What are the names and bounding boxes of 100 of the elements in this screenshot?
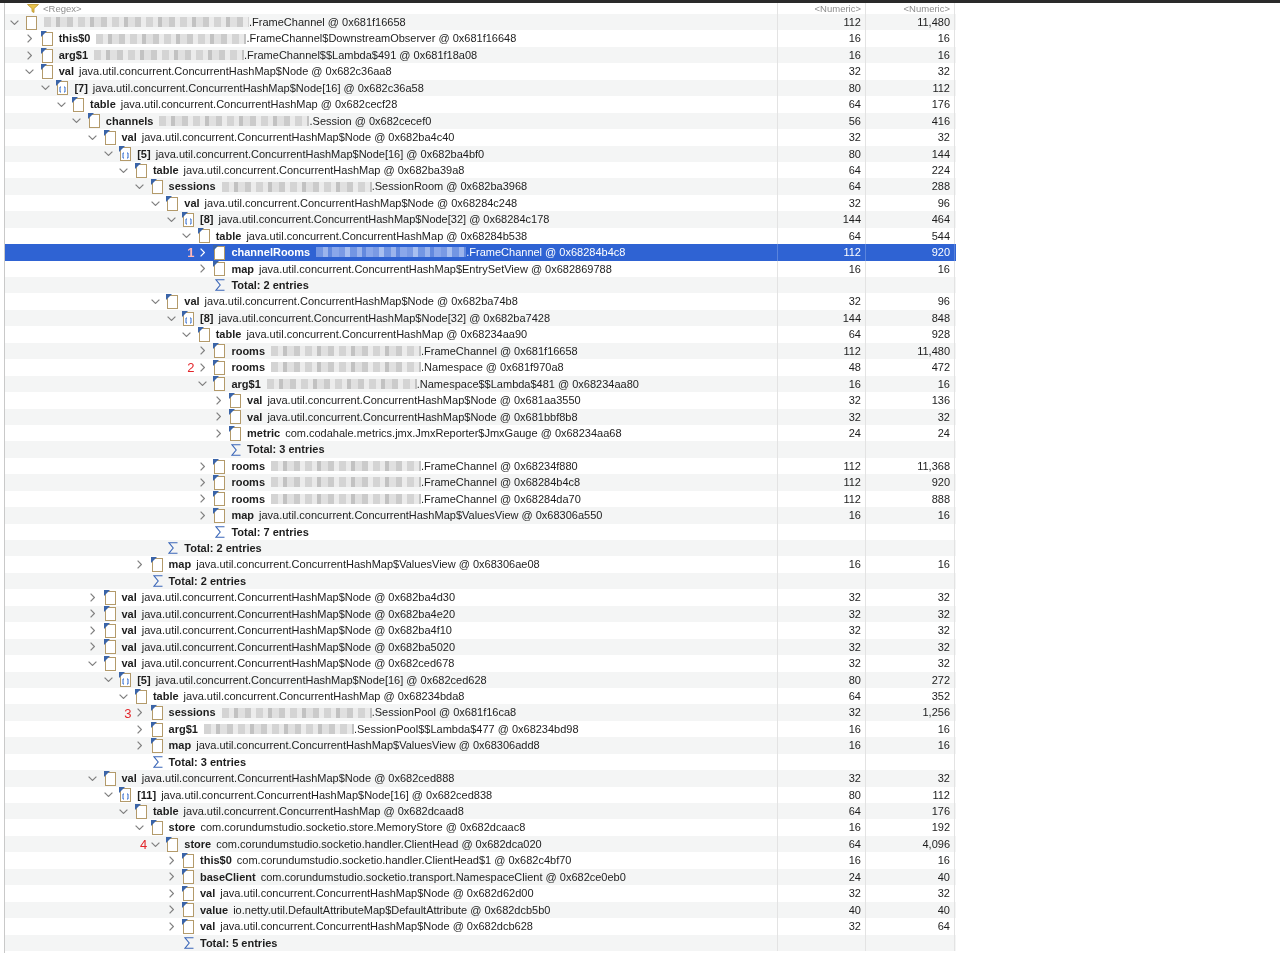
chevron-right-icon[interactable]	[90, 642, 95, 652]
chevron-right-icon[interactable]	[199, 461, 205, 471]
document-icon	[229, 425, 243, 441]
chevron-right-icon[interactable]	[168, 856, 174, 866]
chevron-right-icon[interactable]	[215, 412, 221, 422]
size-number: 24	[848, 425, 861, 441]
field-name: map	[231, 261, 254, 277]
size-number: 32	[937, 130, 950, 146]
object-label: .FrameChannel @ 0x681f16658	[249, 15, 406, 30]
chevron-right-icon[interactable]	[215, 428, 221, 438]
chevron-down-icon[interactable]	[150, 841, 160, 847]
tree-row[interactable]: map java.util.concurrent.ConcurrentHashMap$ValuesView @ 0x68306add8 16 16	[5, 737, 956, 754]
tree-row[interactable]: map java.util.concurrent.ConcurrentHashMap$ValuesView @ 0x68306a550 16 16	[5, 507, 956, 524]
chevron-down-icon[interactable]	[119, 808, 129, 814]
chevron-down-icon[interactable]	[166, 216, 176, 222]
tree-row[interactable]: 3 sessions .SessionPool @ 0x681f16ca8 32 1,256	[5, 704, 956, 721]
chevron-right-icon[interactable]	[27, 50, 33, 60]
chevron-down-icon[interactable]	[103, 677, 113, 683]
chevron-down-icon[interactable]	[119, 167, 129, 173]
size-number: 16	[848, 738, 861, 754]
chevron-right-icon[interactable]	[168, 872, 174, 882]
object-label: java.util.concurrent.ConcurrentHashMap$Node @ 0x682d62d00	[220, 886, 534, 902]
chevron-right-icon[interactable]	[199, 264, 205, 274]
tree-row[interactable]: 1 channelRooms .FrameChannel @ 0x68284b4c8 112 920	[5, 244, 956, 261]
object-label: java.util.concurrent.ConcurrentHashMap$Node @ 0x682ba5020	[141, 639, 456, 655]
object-label: java.util.concurrent.ConcurrentHashMap$Node[16] @ 0x682c36a58	[92, 80, 424, 96]
chevron-down-icon[interactable]	[135, 184, 145, 190]
field-name: store	[184, 836, 212, 852]
chevron-down-icon[interactable]	[150, 299, 160, 305]
chevron-right-icon[interactable]	[199, 510, 205, 520]
chevron-right-icon[interactable]	[168, 921, 174, 931]
chevron-down-icon[interactable]	[150, 200, 160, 206]
chevron-down-icon[interactable]	[119, 693, 129, 699]
tree-row[interactable]: rooms .FrameChannel @ 0x68284b4c8 112 920	[5, 474, 956, 491]
chevron-right-icon[interactable]	[215, 395, 221, 405]
annotation-number: 4	[140, 837, 148, 851]
chevron-down-icon[interactable]	[88, 134, 97, 140]
chevron-right-icon[interactable]	[90, 625, 95, 635]
size-number: 64	[848, 804, 861, 819]
object-label: java.util.concurrent.ConcurrentHashMap @ 0x68284b538	[246, 228, 528, 244]
chevron-right-icon[interactable]	[199, 346, 205, 356]
size-number: 11,480	[917, 15, 950, 30]
tree-row[interactable]: val java.util.concurrent.ConcurrentHashMap$Node @ 0x682ced888 32 32	[5, 770, 956, 787]
field-name: value	[200, 902, 229, 918]
tree-row[interactable]: Total: 2 entries	[5, 277, 956, 294]
chevron-down-icon[interactable]	[72, 118, 82, 124]
size-number: 64	[848, 688, 861, 704]
regex-filter-field[interactable]: <Regex>	[43, 3, 82, 14]
chevron-down-icon[interactable]	[56, 101, 66, 107]
field-name: val	[58, 64, 74, 80]
field-name: arg$1	[168, 721, 198, 737]
chevron-down-icon[interactable]	[197, 381, 207, 387]
chevron-down-icon[interactable]	[25, 69, 35, 75]
size-number: 32	[848, 886, 861, 902]
numeric-filter-field[interactable]: <Numeric>	[814, 3, 861, 14]
size-number: 11,480	[917, 343, 950, 359]
document-icon	[40, 31, 54, 47]
field-name: store	[168, 820, 196, 836]
chevron-down-icon[interactable]	[40, 85, 50, 91]
tree-row[interactable]: Total: 3 entries	[5, 441, 956, 458]
chevron-down-icon[interactable]	[9, 19, 19, 25]
chevron-right-icon[interactable]	[168, 888, 174, 898]
tree-row[interactable]: .FrameChannel @ 0x681f16658 112 11,480	[5, 14, 956, 31]
size-number: 16	[937, 261, 950, 277]
chevron-down-icon[interactable]	[103, 151, 113, 157]
size-number: 80	[848, 80, 861, 96]
tree-row[interactable]: table java.util.concurrent.ConcurrentHashMap @ 0x682dcaad8 64 176	[5, 803, 956, 820]
chevron-right-icon[interactable]	[27, 34, 33, 44]
chevron-down-icon[interactable]	[103, 792, 113, 798]
chevron-down-icon[interactable]	[88, 775, 97, 781]
chevron-right-icon[interactable]	[90, 609, 95, 619]
object-label: java.util.concurrent.ConcurrentHashMap$Node @ 0x682dcb628	[220, 919, 533, 935]
chevron-down-icon[interactable]	[88, 660, 97, 666]
tree-row[interactable]: Total: 2 entries	[5, 540, 956, 557]
size-number: 32	[937, 590, 950, 606]
chevron-right-icon[interactable]	[137, 560, 143, 570]
document-icon	[213, 343, 227, 359]
chevron-right-icon[interactable]	[137, 708, 143, 718]
chevron-right-icon[interactable]	[137, 740, 143, 750]
chevron-down-icon[interactable]	[182, 233, 192, 239]
object-label: java.util.concurrent.ConcurrentHashMap$Node @ 0x682ba4c40	[141, 130, 455, 146]
tree-row[interactable]: [8] java.util.concurrent.ConcurrentHashMap$Node[32] @ 0x68284c178 144 464	[5, 211, 956, 228]
numeric-filter-field[interactable]: <Numeric>	[903, 3, 950, 14]
chevron-right-icon[interactable]	[137, 724, 143, 734]
object-label: java.util.concurrent.ConcurrentHashMap$Node[16] @ 0x682ced838	[161, 787, 493, 803]
chevron-down-icon[interactable]	[166, 315, 176, 321]
chevron-down-icon[interactable]	[182, 332, 192, 338]
chevron-right-icon[interactable]	[199, 477, 205, 487]
object-label: .FrameChannel @ 0x681f16658	[421, 343, 578, 359]
chevron-right-icon[interactable]	[168, 905, 174, 915]
document-icon	[40, 64, 54, 80]
tree-row[interactable]: sessions .SessionRoom @ 0x682ba3968 64 288	[5, 178, 956, 195]
chevron-right-icon[interactable]	[90, 593, 95, 603]
object-label: .SessionPool$$Lambda$477 @ 0x68234bd98	[353, 721, 579, 737]
document-icon	[213, 244, 227, 260]
chevron-down-icon[interactable]	[135, 825, 145, 831]
size-number: 96	[937, 294, 950, 310]
chevron-right-icon[interactable]	[199, 362, 205, 372]
field-name: channels	[105, 113, 154, 129]
chevron-right-icon[interactable]	[199, 494, 205, 504]
